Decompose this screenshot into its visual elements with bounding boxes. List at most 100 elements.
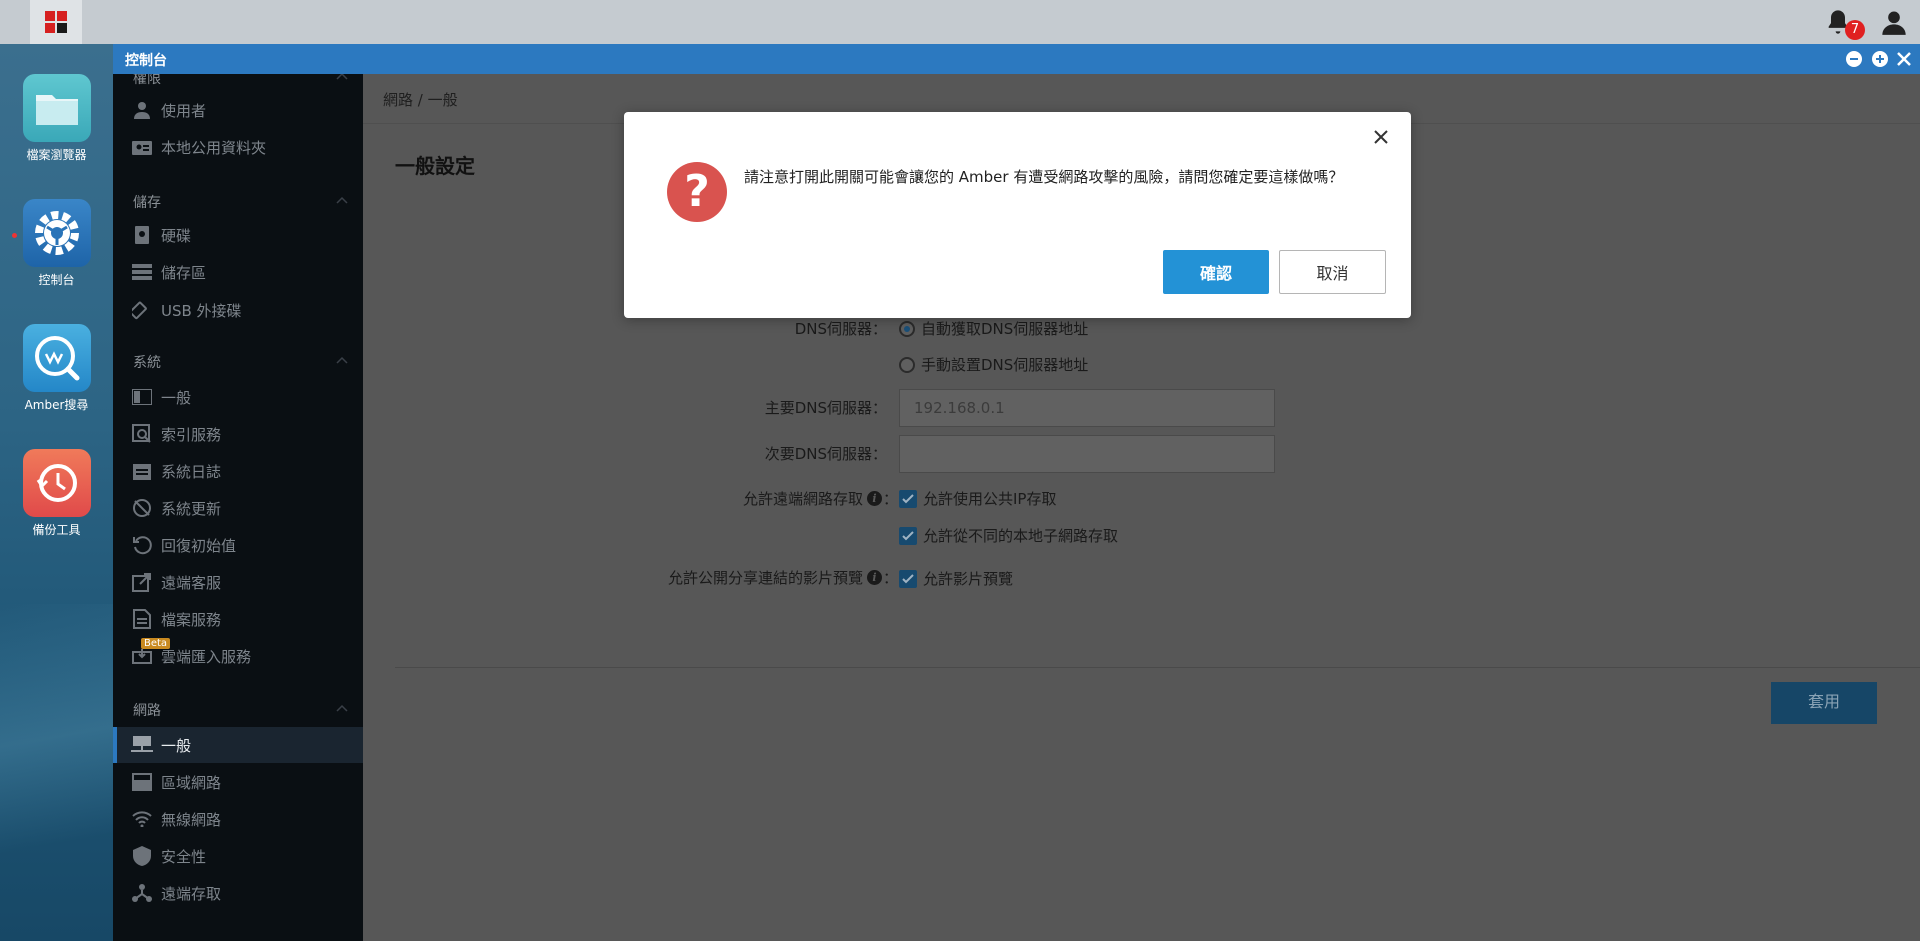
- sidebar-item-remote-access[interactable]: 遠端存取: [113, 875, 363, 911]
- video-preview-label: 允許公開分享連結的影片預覽: [667, 569, 863, 587]
- gear-icon: [22, 199, 91, 267]
- index-search-icon: [131, 423, 153, 445]
- secondary-dns-label: 次要DNS伺服器：: [764, 445, 887, 463]
- sidebar-item-cloud-import[interactable]: Beta 雲端匯入服務: [113, 638, 363, 674]
- hard-disk-icon: [131, 224, 153, 246]
- sidebar-item-system-log[interactable]: 系統日誌: [113, 453, 363, 489]
- clock-history-icon: [22, 449, 91, 517]
- chevron-up-icon[interactable]: [335, 702, 349, 716]
- secondary-dns-input[interactable]: [899, 435, 1275, 473]
- sidebar-item-label: 索引服務: [161, 425, 222, 444]
- dialog-message: 請注意打開此開關可能會讓您的 Amber 有遭受網路攻擊的風險，請問您確定要這樣…: [744, 168, 1344, 186]
- file-service-icon: [131, 608, 153, 630]
- sidebar-item-system-general[interactable]: 一般: [113, 379, 363, 415]
- apply-button[interactable]: 套用: [1771, 682, 1877, 724]
- info-icon[interactable]: i: [867, 570, 882, 585]
- sidebar-item-label: 硬碟: [161, 226, 192, 245]
- close-icon[interactable]: [1370, 126, 1392, 148]
- sidebar-item-label: 儲存區: [161, 263, 207, 282]
- close-icon[interactable]: [1895, 50, 1913, 68]
- video-preview-checkbox[interactable]: [899, 570, 917, 588]
- start-grid-icon: [45, 11, 67, 33]
- confirm-button[interactable]: 確認: [1163, 250, 1269, 294]
- remote-access-label: 允許遠端網路存取: [742, 490, 863, 508]
- desktop-icon-label: 控制台: [38, 273, 75, 287]
- sidebar-item-label: 檔案服務: [161, 610, 222, 629]
- subnet-label[interactable]: 允許從不同的本地子網路存取: [923, 525, 1118, 546]
- sidebar-item-label: 無線網路: [161, 810, 222, 829]
- notification-badge: 7: [1845, 20, 1865, 40]
- wifi-icon: [131, 808, 153, 830]
- sidebar-item-label: 回復初始值: [161, 536, 237, 555]
- subnet-checkbox[interactable]: [899, 527, 917, 545]
- sidebar-item-label: 一般: [161, 388, 192, 407]
- sidebar-item-index-service[interactable]: 索引服務: [113, 416, 363, 452]
- sidebar-item-label: 系統日誌: [161, 462, 222, 481]
- maximize-icon[interactable]: [1871, 50, 1889, 68]
- dns-auto-radio[interactable]: [899, 321, 915, 337]
- sidebar-item-wireless[interactable]: 無線網路: [113, 801, 363, 837]
- remote-access-icon: [131, 882, 153, 904]
- page-title: 一般設定: [395, 154, 475, 178]
- sidebar-item-local-shared-folder[interactable]: 本地公用資料夾: [113, 129, 363, 165]
- cancel-button[interactable]: 取消: [1279, 250, 1386, 294]
- desktop-icon-file-browser[interactable]: 檔案瀏覽器: [0, 74, 113, 163]
- sidebar-item-lan[interactable]: 區域網路: [113, 764, 363, 800]
- sidebar-item-system-update[interactable]: 系統更新: [113, 490, 363, 526]
- sidebar-item-storage-pool[interactable]: 儲存區: [113, 254, 363, 290]
- minimize-icon[interactable]: [1845, 50, 1863, 68]
- sidebar-item-label: 安全性: [161, 847, 207, 866]
- dns-server-label: DNS伺服器：: [794, 320, 887, 338]
- shield-icon: [131, 845, 153, 867]
- sidebar-section-system: 系統: [133, 355, 161, 371]
- public-ip-checkbox[interactable]: [899, 490, 917, 508]
- desktop-icon-label: 檔案瀏覽器: [26, 148, 87, 162]
- sidebar-section-network: 網路: [133, 703, 161, 719]
- chevron-up-icon[interactable]: [335, 354, 349, 368]
- sidebar-item-users[interactable]: 使用者: [113, 92, 363, 128]
- sidebar-item-factory-reset[interactable]: 回復初始值: [113, 527, 363, 563]
- desktop-icon-control-panel[interactable]: 控制台: [0, 199, 113, 288]
- remote-support-icon: [131, 571, 153, 593]
- sidebar-section-permission: 權限: [133, 74, 161, 87]
- sidebar-item-label: USB 外接碟: [161, 301, 242, 320]
- user-icon: [131, 99, 153, 121]
- window-title: 控制台: [125, 53, 167, 69]
- reset-icon: [131, 534, 153, 556]
- sidebar-item-remote-support[interactable]: 遠端客服: [113, 564, 363, 600]
- search-icon: [22, 324, 91, 392]
- sidebar-item-label: 雲端匯入服務: [161, 647, 252, 666]
- chevron-up-icon[interactable]: [335, 74, 349, 84]
- sidebar-section-storage: 儲存: [133, 195, 161, 211]
- confirm-dialog: ? 請注意打開此開關可能會讓您的 Amber 有遭受網路攻擊的風險，請問您確定要…: [624, 112, 1411, 318]
- info-icon[interactable]: i: [867, 491, 882, 506]
- dns-auto-label[interactable]: 自動獲取DNS伺服器地址: [921, 318, 1088, 339]
- desktop-icon-backup-tool[interactable]: 備份工具: [0, 449, 113, 538]
- user-account-icon[interactable]: [1880, 8, 1908, 36]
- desktop-icon-amber-search[interactable]: Amber搜尋: [0, 324, 113, 413]
- sidebar-item-label: 本地公用資料夾: [161, 138, 267, 157]
- label-colon: ：: [883, 569, 899, 587]
- breadcrumb: 網路 / 一般: [383, 91, 458, 109]
- sidebar-item-label: 系統更新: [161, 499, 222, 518]
- sidebar-item-hard-disk[interactable]: 硬碟: [113, 217, 363, 253]
- dns-manual-radio[interactable]: [899, 357, 915, 373]
- sidebar-item-file-service[interactable]: 檔案服務: [113, 601, 363, 637]
- video-preview-option-label[interactable]: 允許影片預覽: [923, 568, 1013, 589]
- label-colon: ：: [883, 490, 899, 508]
- beta-badge: Beta: [141, 638, 171, 649]
- public-ip-label[interactable]: 允許使用公共IP存取: [923, 488, 1056, 509]
- general-settings-icon: [131, 386, 153, 408]
- dns-manual-label[interactable]: 手動設置DNS伺服器地址: [921, 354, 1088, 375]
- start-menu-button[interactable]: [30, 0, 82, 44]
- window-titlebar[interactable]: 控制台: [113, 44, 1920, 74]
- sidebar-item-network-general[interactable]: 一般: [113, 727, 363, 763]
- primary-dns-input[interactable]: 192.168.0.1: [899, 389, 1275, 427]
- sidebar-item-security[interactable]: 安全性: [113, 838, 363, 874]
- sidebar: 權限 使用者 本地公用資料夾 儲存 硬碟 儲存區 USB 外接碟 系統 一般 索…: [113, 74, 363, 941]
- sidebar-item-label: 區域網路: [161, 773, 222, 792]
- chevron-up-icon[interactable]: [335, 194, 349, 208]
- sidebar-item-usb-drive[interactable]: USB 外接碟: [113, 292, 363, 328]
- update-icon: [131, 497, 153, 519]
- lan-icon: [131, 771, 153, 793]
